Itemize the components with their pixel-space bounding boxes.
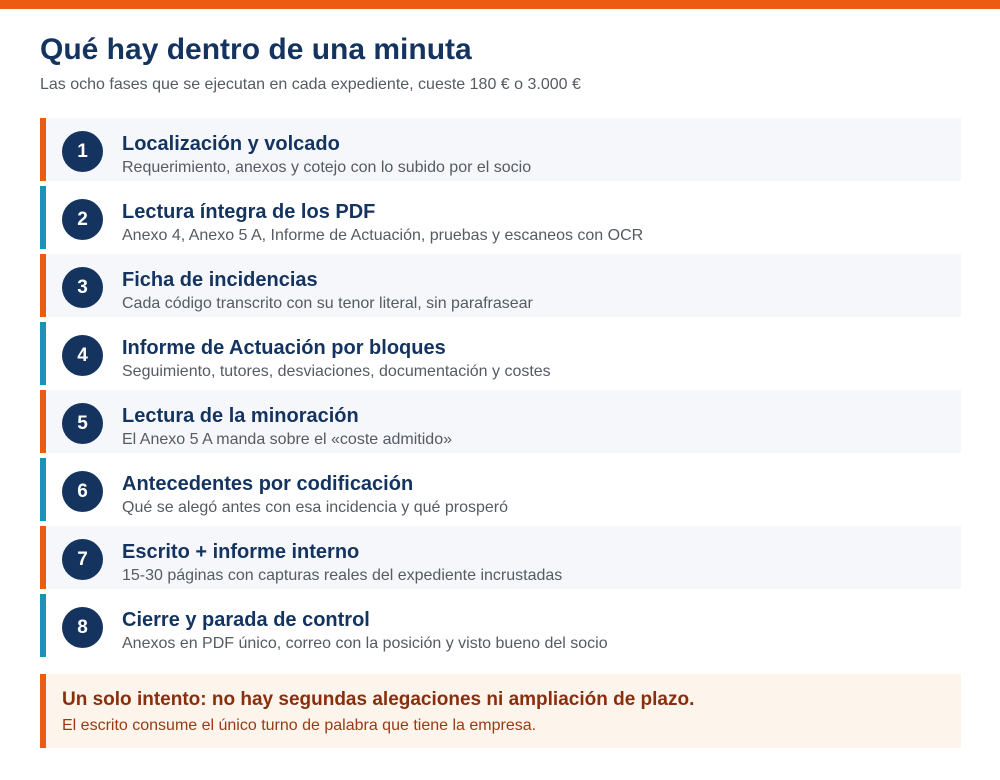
phase-title: Antecedentes por codificación — [122, 473, 414, 495]
phase-number-badge: 7 — [62, 539, 103, 580]
top-accent-bar — [0, 0, 1000, 9]
phase-item: 6 Antecedentes por codificación Qué se a… — [40, 458, 961, 521]
phase-description: 15-30 páginas con capturas reales del ex… — [122, 567, 563, 584]
phase-number-badge: 6 — [62, 471, 103, 512]
callout-text: El escrito consume el único turno de pal… — [62, 717, 537, 734]
phase-number-badge: 8 — [62, 607, 103, 648]
page-title: Qué hay dentro de una minuta — [40, 33, 472, 66]
phase-title: Lectura de la minoración — [122, 405, 359, 427]
phase-number-badge: 4 — [62, 335, 103, 376]
phase-description: El Anexo 5 A manda sobre el «coste admit… — [122, 431, 452, 448]
phase-description: Requerimiento, anexos y cotejo con lo su… — [122, 159, 532, 176]
phase-title: Informe de Actuación por bloques — [122, 337, 446, 359]
callout-title: Un solo intento: no hay segundas alegaci… — [62, 689, 695, 710]
phase-item: 7 Escrito + informe interno 15-30 página… — [40, 526, 961, 589]
phase-item: 2 Lectura íntegra de los PDF Anexo 4, An… — [40, 186, 961, 249]
phase-description: Cada código transcrito con su tenor lite… — [122, 295, 533, 312]
phase-list: 1 Localización y volcado Requerimiento, … — [40, 118, 961, 662]
warning-callout: Un solo intento: no hay segundas alegaci… — [40, 674, 961, 748]
phase-item: 3 Ficha de incidencias Cada código trans… — [40, 254, 961, 317]
phase-title: Ficha de incidencias — [122, 269, 318, 291]
phase-title: Cierre y parada de control — [122, 609, 370, 631]
phase-item: 1 Localización y volcado Requerimiento, … — [40, 118, 961, 181]
phase-description: Anexo 4, Anexo 5 A, Informe de Actuación… — [122, 227, 644, 244]
phase-number-badge: 2 — [62, 199, 103, 240]
phase-item: 8 Cierre y parada de control Anexos en P… — [40, 594, 961, 657]
phase-title: Localización y volcado — [122, 133, 340, 155]
phase-title: Escrito + informe interno — [122, 541, 360, 563]
phase-description: Seguimiento, tutores, desviaciones, docu… — [122, 363, 551, 380]
phase-description: Anexos en PDF único, correo con la posic… — [122, 635, 608, 652]
phase-number-badge: 1 — [62, 131, 103, 172]
phase-description: Qué se alegó antes con esa incidencia y … — [122, 499, 509, 516]
phase-number-badge: 5 — [62, 403, 103, 444]
phase-item: 4 Informe de Actuación por bloques Segui… — [40, 322, 961, 385]
phase-title: Lectura íntegra de los PDF — [122, 201, 376, 223]
page-subtitle: Las ocho fases que se ejecutan en cada e… — [40, 76, 581, 93]
phase-number-badge: 3 — [62, 267, 103, 308]
phase-item: 5 Lectura de la minoración El Anexo 5 A … — [40, 390, 961, 453]
